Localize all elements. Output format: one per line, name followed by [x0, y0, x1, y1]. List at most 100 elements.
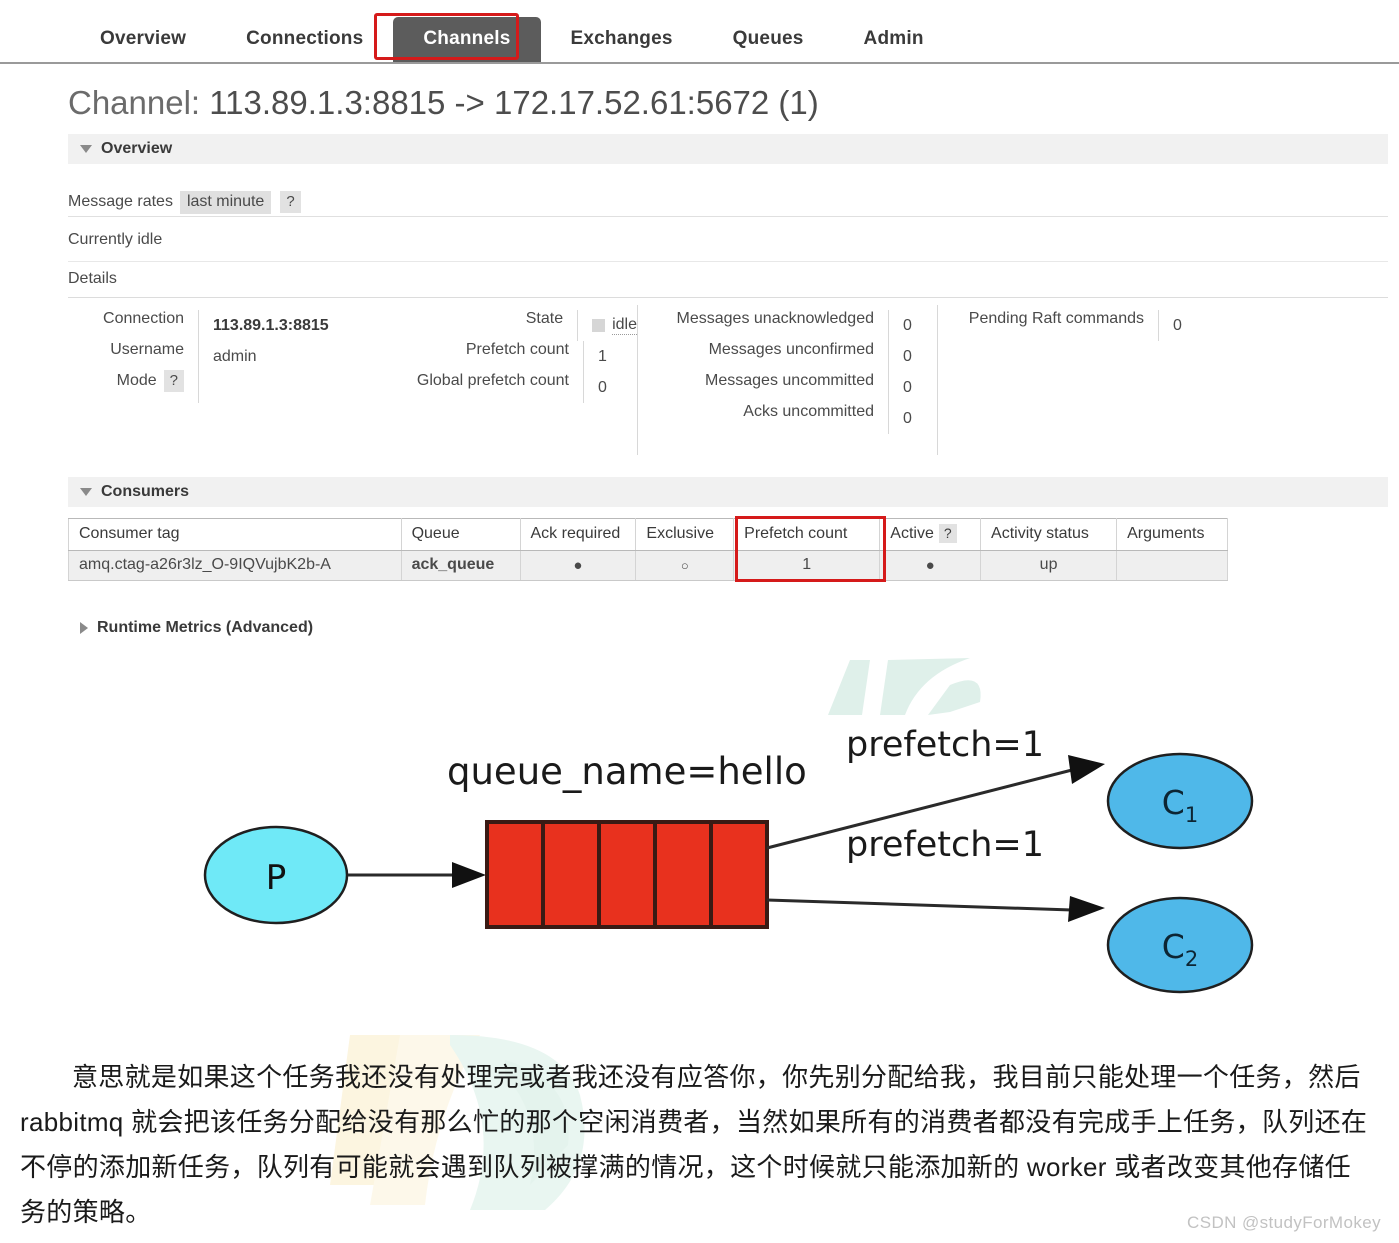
- detail-row-state: State idle: [348, 310, 637, 341]
- detail-key-messages-unacknowledged: Messages unacknowledged: [676, 310, 874, 327]
- message-rates-help-icon[interactable]: ?: [280, 191, 301, 213]
- details-column-messages: Messages unacknowledged 0 Messages uncon…: [638, 305, 938, 455]
- detail-key-state: State: [525, 310, 564, 327]
- consumers-table: Consumer tag Queue Ack required Exclusiv…: [68, 518, 1228, 581]
- page-title-value: 113.89.1.3:8815 -> 172.17.52.61:5672 (1): [209, 84, 819, 121]
- table-header-row: Consumer tag Queue Ack required Exclusiv…: [68, 518, 1228, 551]
- caret-right-icon: [80, 622, 88, 634]
- arrowhead-consumer-2: [1068, 896, 1105, 922]
- details-column-connection: Connection 113.89.1.3:8815 Username admi…: [68, 305, 348, 455]
- active-help-icon[interactable]: ?: [938, 524, 957, 543]
- detail-row-username: Username admin: [68, 341, 348, 372]
- message-rates-period-chip[interactable]: last minute: [179, 190, 272, 214]
- detail-value-mode: [198, 372, 213, 403]
- section-header-runtime-metrics[interactable]: Runtime Metrics (Advanced): [68, 613, 1388, 643]
- detail-row-mode: Mode?: [68, 370, 348, 403]
- cell-prefetch-count: 1: [733, 550, 881, 581]
- section-header-consumers[interactable]: Consumers: [68, 477, 1388, 507]
- cell-activity-status: up: [980, 550, 1118, 581]
- cell-arguments: [1116, 550, 1228, 581]
- col-active-text: Active: [890, 525, 934, 542]
- detail-value-username: admin: [198, 341, 257, 372]
- caret-down-icon: [80, 145, 92, 153]
- message-rates-label: Message rates: [68, 193, 173, 210]
- nav-tab-list: Overview Connections Channels Exchanges …: [70, 17, 954, 62]
- queue-box: [485, 820, 769, 929]
- detail-value-pending-raft-commands: 0: [1158, 310, 1182, 341]
- detail-value-state: idle: [577, 310, 637, 341]
- rabbitmq-prefetch-diagram: queue_name=hello P prefetch=1 prefetch=1…: [203, 725, 1254, 994]
- arrowhead-consumer-1: [1068, 755, 1105, 784]
- page-title-label: Channel:: [68, 84, 201, 121]
- detail-value-messages-unacknowledged: 0: [888, 310, 912, 341]
- details-column-state: State idle Prefetch count 1 Global prefe…: [348, 305, 638, 455]
- details-column-raft: Pending Raft commands 0: [938, 305, 1218, 455]
- edge-label-1: prefetch=1: [846, 725, 1044, 765]
- detail-value-connection[interactable]: 113.89.1.3:8815: [198, 310, 329, 341]
- csdn-watermark: CSDN @studyForMokey: [1187, 1213, 1381, 1232]
- section-header-overview[interactable]: Overview: [68, 134, 1388, 164]
- col-ack-required[interactable]: Ack required: [520, 518, 637, 551]
- detail-row-messages-unacknowledged: Messages unacknowledged 0: [638, 310, 937, 341]
- page-title: Channel: 113.89.1.3:8815 -> 172.17.52.61…: [68, 84, 819, 122]
- detail-key-global-prefetch-count: Global prefetch count: [416, 372, 569, 389]
- section-title-overview: Overview: [101, 140, 173, 157]
- detail-key-mode: Mode?: [68, 370, 198, 392]
- tab-overview[interactable]: Overview: [70, 17, 216, 62]
- section-title-runtime-metrics: Runtime Metrics (Advanced): [97, 619, 314, 636]
- detail-key-mode-text: Mode: [116, 372, 157, 389]
- detail-key-acks-uncommitted: Acks uncommitted: [743, 403, 874, 420]
- detail-key-pending-raft-commands: Pending Raft commands: [968, 310, 1144, 327]
- table-row[interactable]: amq.ctag-a26r3lz_O-9IQVujbK2b-A ack_queu…: [68, 550, 1228, 581]
- tab-admin[interactable]: Admin: [834, 17, 954, 62]
- cell-queue[interactable]: ack_queue: [401, 550, 521, 581]
- detail-key-messages-uncommitted: Messages uncommitted: [705, 372, 874, 389]
- detail-value-acks-uncommitted: 0: [888, 403, 912, 434]
- main-navigation: Overview Connections Channels Exchanges …: [0, 0, 1399, 64]
- col-queue[interactable]: Queue: [401, 518, 521, 551]
- detail-row-acks-uncommitted: Acks uncommitted 0: [638, 403, 937, 434]
- message-rates-row: Message rates last minute ?: [68, 188, 1388, 217]
- section-title-consumers: Consumers: [101, 483, 190, 500]
- details-label: Details: [68, 270, 1388, 298]
- state-square-icon: [592, 319, 606, 332]
- detail-key-username: Username: [110, 341, 184, 358]
- cell-ack-required: ●: [520, 550, 637, 581]
- explanation-paragraph: 意思就是如果这个任务我还没有处理完或者我还没有应答你，你先别分配给我，我目前只能…: [0, 1055, 1399, 1235]
- detail-row-connection: Connection 113.89.1.3:8815: [68, 310, 348, 341]
- detail-row-messages-uncommitted: Messages uncommitted 0: [638, 372, 937, 403]
- details-grid: Connection 113.89.1.3:8815 Username admi…: [68, 305, 1388, 455]
- col-exclusive[interactable]: Exclusive: [635, 518, 735, 551]
- arrowhead-producer: [452, 862, 486, 888]
- caret-down-icon: [80, 488, 92, 496]
- tab-exchanges[interactable]: Exchanges: [541, 17, 703, 62]
- tab-channels[interactable]: Channels: [393, 17, 541, 62]
- detail-row-messages-unconfirmed: Messages unconfirmed 0: [638, 341, 937, 372]
- diagram-queue-label: queue_name=hello: [447, 750, 807, 793]
- detail-value-messages-unconfirmed: 0: [888, 341, 912, 372]
- producer-label: P: [266, 858, 287, 898]
- tab-queues[interactable]: Queues: [703, 17, 834, 62]
- detail-key-prefetch-count: Prefetch count: [465, 341, 569, 358]
- col-consumer-tag[interactable]: Consumer tag: [68, 518, 402, 551]
- paragraph-text: 意思就是如果这个任务我还没有处理完或者我还没有应答你，你先别分配给我，我目前只能…: [20, 1062, 1368, 1227]
- col-arguments[interactable]: Arguments: [1116, 518, 1228, 551]
- col-prefetch-count[interactable]: Prefetch count: [733, 518, 881, 551]
- col-active[interactable]: Active?: [879, 518, 982, 551]
- col-activity-status[interactable]: Activity status: [980, 518, 1118, 551]
- channel-status-text: Currently idle: [68, 231, 1388, 262]
- detail-value-global-prefetch-count: 0: [583, 372, 607, 403]
- tab-connections[interactable]: Connections: [216, 17, 393, 62]
- cell-exclusive: ○: [635, 550, 735, 581]
- detail-value-state-text: idle: [612, 316, 637, 335]
- detail-key-connection: Connection: [103, 310, 184, 327]
- edge-label-2: prefetch=1: [846, 825, 1044, 865]
- detail-row-global-prefetch-count: Global prefetch count 0: [348, 372, 637, 403]
- detail-key-messages-unconfirmed: Messages unconfirmed: [708, 341, 874, 358]
- detail-row-pending-raft-commands: Pending Raft commands 0: [938, 310, 1218, 341]
- detail-value-messages-uncommitted: 0: [888, 372, 912, 403]
- edge-queue-to-consumer-2: [766, 898, 1073, 912]
- mode-help-icon[interactable]: ?: [163, 370, 184, 392]
- cell-active: ●: [879, 550, 982, 581]
- detail-value-prefetch-count: 1: [583, 341, 607, 372]
